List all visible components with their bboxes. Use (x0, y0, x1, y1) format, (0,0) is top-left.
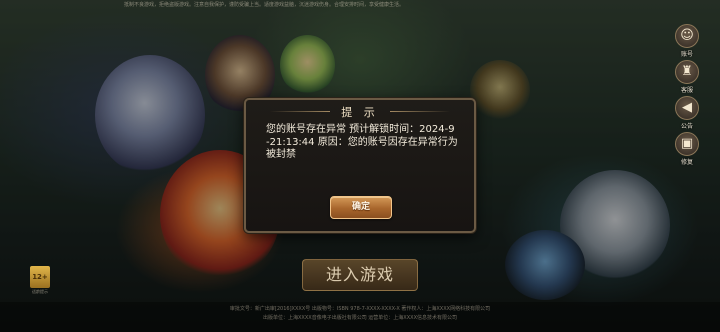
age-rating-badge[interactable]: 12+ (30, 266, 50, 288)
repair-icon: ▣ (675, 132, 699, 156)
footer-line: 审批文号：新广出审[2016]XXXX号 出版物号：ISBN 978-7-XXX… (229, 306, 491, 312)
side-button-service[interactable]: ♜ 客服 (672, 60, 702, 94)
side-button-label: 修复 (680, 159, 693, 166)
side-button-label: 公告 (680, 123, 693, 130)
alert-dialog: 提 示 您的账号存在异常 预计解锁时间：2024-9-21:13:44 原因：您… (244, 98, 476, 233)
account-icon: ☺ (675, 24, 699, 48)
confirm-button[interactable]: 确定 (330, 196, 392, 219)
dialog-title: 提 示 (341, 106, 379, 119)
side-button-repair[interactable]: ▣ 修复 (672, 132, 702, 166)
footer-line: 出版单位：上海XXXX音像电子出版社有限公司 运营单位：上海XXXX信息技术有限… (263, 315, 457, 321)
dialog-title-bar: 提 示 (246, 102, 474, 120)
speaker-icon: ◀ (675, 96, 699, 120)
dialog-message: 您的账号存在异常 预计解锁时间：2024-9-21:13:44 原因：您的账号因… (266, 124, 458, 160)
health-notice: 抵制不良游戏，拒绝盗版游戏。注意自我保护，谨防受骗上当。适度游戏益脑，沉迷游戏伤… (124, 2, 405, 8)
side-button-account[interactable]: ☺ 账号 (672, 24, 702, 58)
enter-game-button[interactable]: 进入游戏 (302, 259, 418, 291)
age-rating-caption: 适龄提示 (32, 289, 48, 294)
side-button-label: 账号 (680, 51, 693, 58)
title-divider-right (390, 111, 450, 112)
footer-copyright: 审批文号：新广出审[2016]XXXX号 出版物号：ISBN 978-7-XXX… (0, 302, 720, 332)
side-button-notice[interactable]: ◀ 公告 (672, 96, 702, 130)
side-menu: ☺ 账号 ♜ 客服 ◀ 公告 ▣ 修复 (672, 24, 702, 168)
announcement-icon: ♜ (675, 60, 699, 84)
side-button-label: 客服 (680, 87, 693, 94)
